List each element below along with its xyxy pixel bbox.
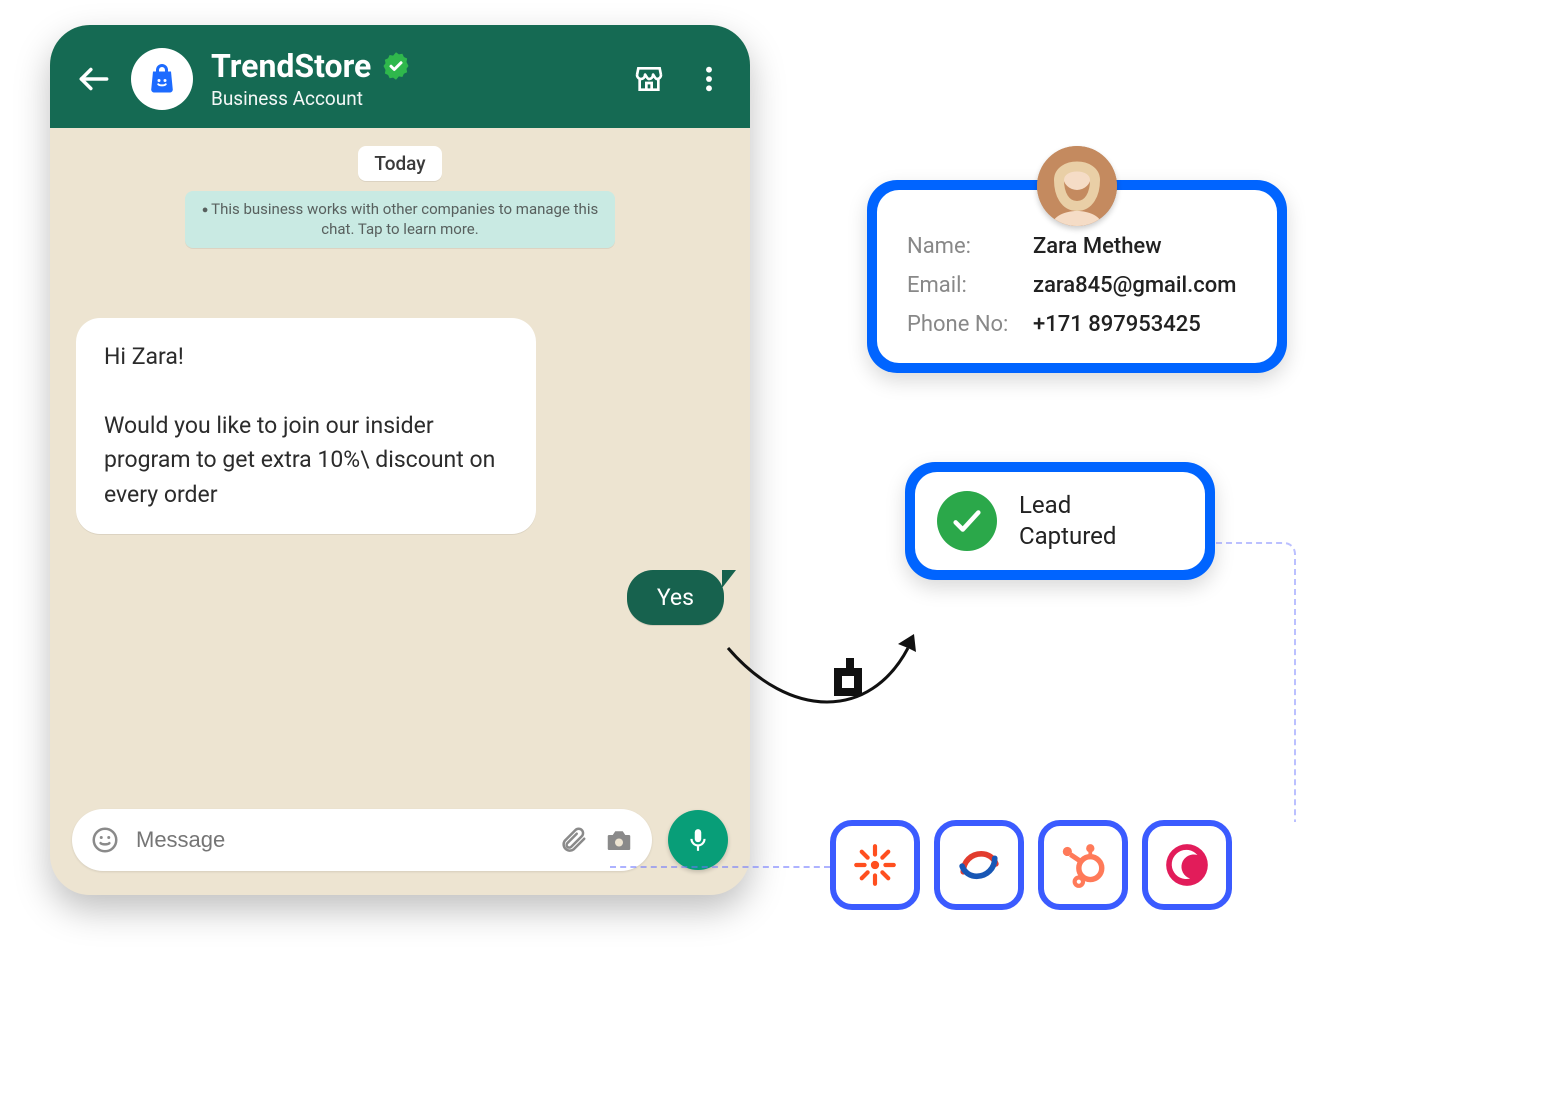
mic-button[interactable] [668, 810, 728, 870]
bag-icon [144, 61, 180, 97]
lead-email-label: Email: [907, 273, 1017, 298]
zoho-icon[interactable] [934, 820, 1024, 910]
message-input[interactable] [136, 827, 542, 853]
store-avatar[interactable] [131, 48, 193, 110]
lead-captured-text: Lead Captured [1019, 490, 1116, 552]
connector-arrow-icon [720, 600, 930, 730]
attachment-icon[interactable] [558, 825, 588, 855]
back-arrow-icon[interactable] [75, 60, 113, 98]
chat-header: TrendStore Business Account [50, 25, 750, 128]
dashed-connector-icon [1216, 542, 1296, 822]
lead-captured-card: Lead Captured [905, 462, 1215, 580]
lead-avatar [1037, 146, 1117, 226]
camera-icon[interactable] [604, 825, 634, 855]
incoming-message: Hi Zara! Would you like to join our insi… [76, 318, 536, 535]
outgoing-message: Yes [627, 570, 724, 625]
storefront-icon[interactable] [633, 63, 665, 95]
check-circle-icon [937, 491, 997, 551]
zapier-icon[interactable] [830, 820, 920, 910]
store-title: TrendStore [211, 47, 371, 85]
lead-card: Name: Zara Methew Email: zara845@gmail.c… [867, 180, 1287, 373]
lead-phone-value: +171 897953425 [1033, 312, 1201, 337]
lead-email-value: zara845@gmail.com [1033, 273, 1236, 298]
mic-icon [685, 827, 711, 853]
date-pill: Today [358, 146, 441, 181]
composer-input-wrap [72, 809, 652, 871]
composer [50, 791, 750, 895]
chat-body: Today This business works with other com… [50, 128, 750, 791]
integrations-row [830, 820, 1232, 910]
lead-phone-label: Phone No: [907, 312, 1017, 337]
lead-name-value: Zara Methew [1033, 234, 1162, 259]
hubspot-icon[interactable] [1038, 820, 1128, 910]
chat-window: TrendStore Business Account Today This b… [50, 25, 750, 895]
emoji-icon[interactable] [90, 825, 120, 855]
dashed-connector-icon [610, 866, 830, 868]
more-menu-icon[interactable] [693, 63, 725, 95]
lead-name-label: Name: [907, 234, 1017, 259]
store-subtitle: Business Account [211, 87, 615, 110]
system-notice[interactable]: This business works with other companies… [185, 191, 615, 248]
crescent-icon[interactable] [1142, 820, 1232, 910]
verified-badge-icon [381, 51, 411, 81]
